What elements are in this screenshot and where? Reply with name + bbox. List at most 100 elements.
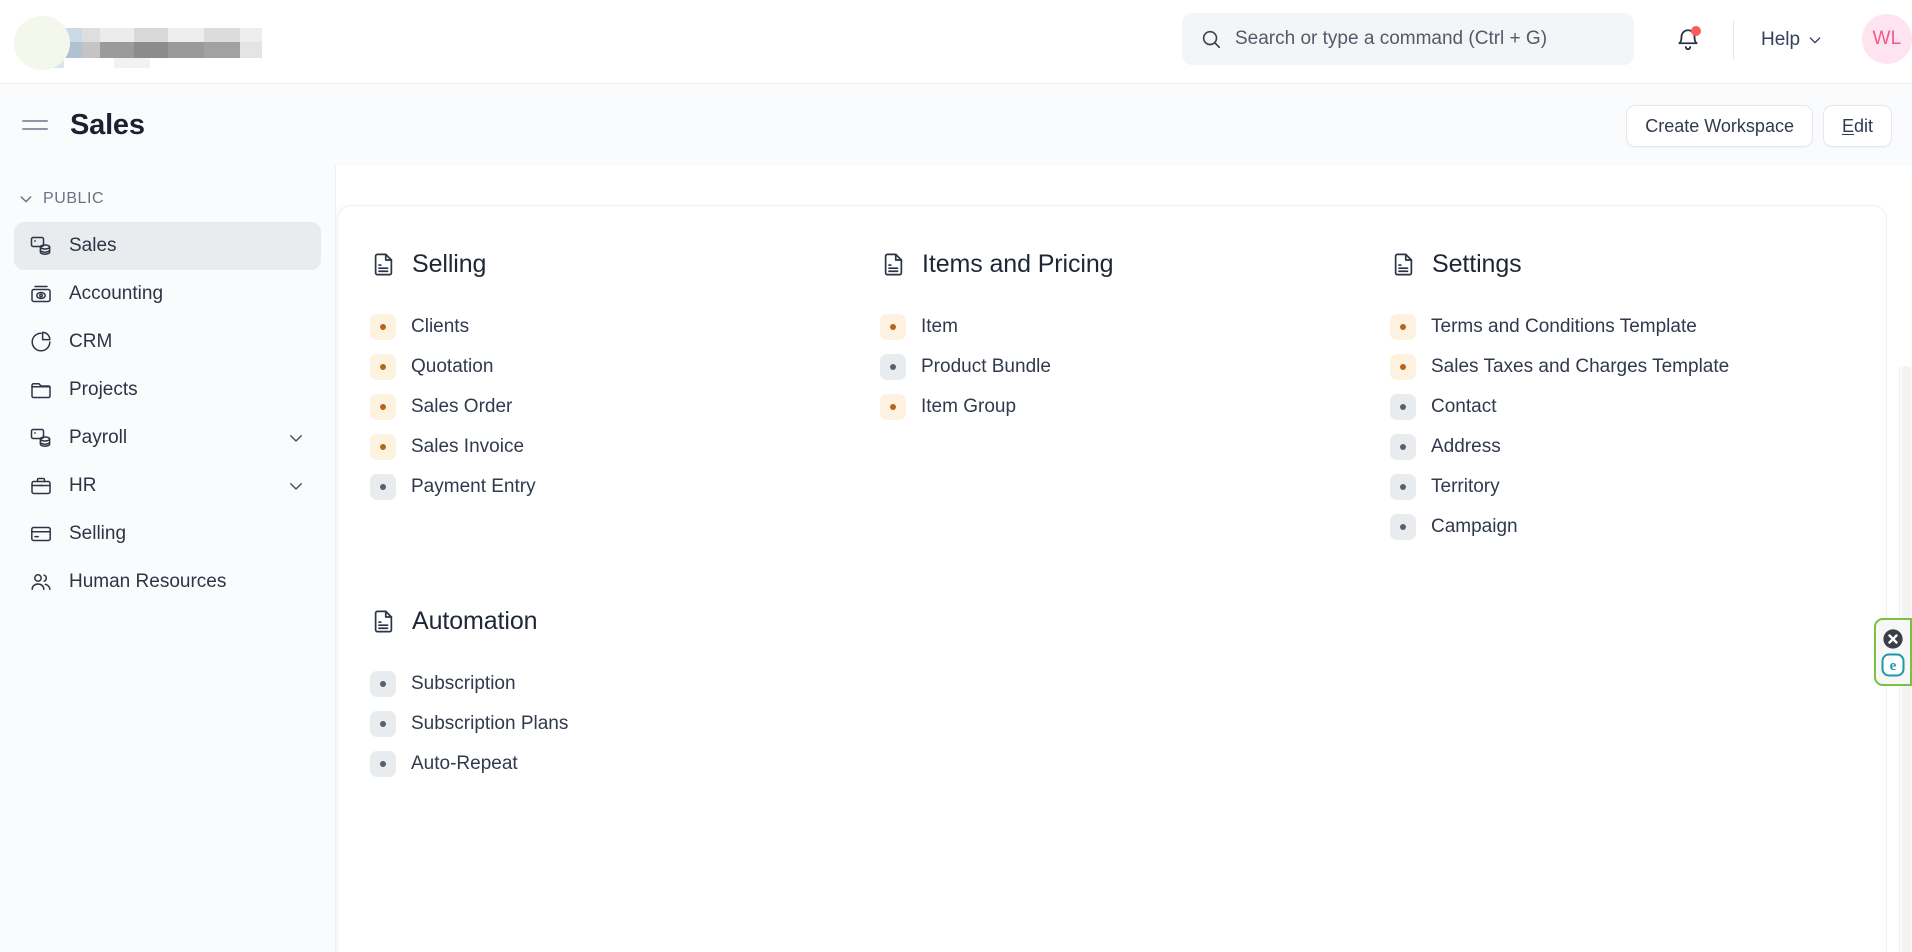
section-header: Selling — [370, 250, 880, 279]
company-logo[interactable] — [14, 14, 270, 70]
link-label: Sales Taxes and Charges Template — [1431, 356, 1730, 377]
section-title: Settings — [1432, 250, 1522, 278]
section-links: Subscription Subscription Plans Auto-Rep… — [370, 664, 880, 784]
e-badge-icon[interactable]: e — [1881, 653, 1905, 677]
workspace-link[interactable]: Quotation — [370, 347, 880, 387]
workspace-link[interactable]: Territory — [1390, 467, 1854, 507]
link-label: Terms and Conditions Template — [1431, 316, 1697, 337]
search-input[interactable] — [1235, 28, 1616, 50]
workspace-link[interactable]: Sales Invoice — [370, 427, 880, 467]
floating-extension-widget: e — [1874, 618, 1912, 686]
chevron-down-icon[interactable] — [287, 477, 305, 495]
workspace-link[interactable]: Address — [1390, 427, 1854, 467]
workspace-link[interactable]: Clients — [370, 307, 880, 347]
sidebar-item-human-resources[interactable]: Human Resources — [14, 558, 321, 606]
chevron-down-icon[interactable] — [287, 429, 305, 447]
section-title: Selling — [412, 250, 487, 278]
workspace-link[interactable]: Item — [880, 307, 1390, 347]
sidebar-item-crm[interactable]: CRM — [14, 318, 321, 366]
link-label: Product Bundle — [921, 356, 1051, 377]
section-header: Items and Pricing — [880, 250, 1390, 279]
link-label: Item — [921, 316, 958, 337]
workspace-link[interactable]: Terms and Conditions Template — [1390, 307, 1854, 347]
link-label: Address — [1431, 436, 1501, 457]
workspace-link[interactable]: Subscription — [370, 664, 880, 704]
document-icon — [374, 610, 393, 633]
sidebar-item-accounting[interactable]: Accounting — [14, 270, 321, 318]
link-label: Contact — [1431, 396, 1497, 417]
help-menu-button[interactable]: Help — [1757, 20, 1827, 60]
workspace-link[interactable]: Item Group — [880, 387, 1390, 427]
workspace-scroll-region: Selling Clients Quotation Sales Order Sa… — [336, 166, 1912, 952]
global-search[interactable] — [1182, 13, 1634, 65]
link-label: Auto-Repeat — [411, 753, 518, 774]
workspace-link[interactable]: Sales Taxes and Charges Template — [1390, 347, 1854, 387]
sidebar-item-label: CRM — [69, 331, 113, 352]
section-title: Items and Pricing — [922, 250, 1114, 278]
logo-halo — [14, 15, 70, 70]
workspace-section-settings: Settings Terms and Conditions Template S… — [1390, 250, 1854, 547]
workspace-grid: Selling Clients Quotation Sales Order Sa… — [338, 250, 1886, 784]
workspace-section-items-and-pricing: Items and Pricing Item Product Bundle It… — [880, 250, 1390, 547]
folder-icon — [28, 377, 54, 403]
people-icon — [28, 569, 54, 595]
link-label: Campaign — [1431, 516, 1518, 537]
page-header: Sales Create Workspace Edit — [0, 84, 1912, 166]
hamburger-bar — [22, 128, 48, 130]
link-label: Item Group — [921, 396, 1017, 417]
sidebar-item-label: Human Resources — [69, 571, 227, 592]
create-workspace-button[interactable]: Create Workspace — [1626, 105, 1813, 147]
link-badge-icon — [1390, 354, 1416, 380]
navbar-divider — [1733, 20, 1734, 60]
workspace-link[interactable]: Payment Entry — [370, 467, 880, 507]
workspace-link[interactable]: Sales Order — [370, 387, 880, 427]
link-label: Quotation — [411, 356, 494, 377]
sidebar-items: Sales Accounting CRM Projects Payroll HR… — [0, 222, 335, 606]
workspace-link[interactable]: Contact — [1390, 387, 1854, 427]
link-badge-icon — [880, 314, 906, 340]
notification-unread-dot — [1691, 26, 1701, 36]
sidebar-item-selling[interactable]: Selling — [14, 510, 321, 558]
svg-text:e: e — [1890, 658, 1897, 674]
sidebar-item-hr[interactable]: HR — [14, 462, 321, 510]
link-badge-icon — [1390, 474, 1416, 500]
page-title: Sales — [70, 108, 145, 141]
link-label: Sales Invoice — [411, 436, 525, 457]
link-label: Clients — [411, 316, 470, 337]
document-icon — [1394, 253, 1413, 276]
sidebar-item-label: Payroll — [69, 427, 128, 448]
workspace-link[interactable]: Product Bundle — [880, 347, 1390, 387]
chevron-down-icon — [1809, 37, 1821, 44]
link-badge-icon — [1390, 434, 1416, 460]
sidebar-item-projects[interactable]: Projects — [14, 366, 321, 414]
sidebar-item-label: Projects — [69, 379, 138, 400]
avatar[interactable]: WL — [1862, 14, 1912, 64]
section-links: Terms and Conditions Template Sales Taxe… — [1390, 307, 1854, 547]
link-label: Territory — [1431, 476, 1500, 497]
cash-box-icon — [28, 281, 54, 307]
workspace-link[interactable]: Auto-Repeat — [370, 744, 880, 784]
workspace-link[interactable]: Subscription Plans — [370, 704, 880, 744]
sidebar-section-label: PUBLIC — [43, 190, 105, 207]
link-badge-icon — [370, 671, 396, 697]
sidebar-item-label: HR — [69, 475, 97, 496]
document-icon — [884, 253, 903, 276]
link-badge-icon — [880, 354, 906, 380]
link-badge-icon — [880, 394, 906, 420]
workspace-section-automation: Automation Subscription Subscription Pla… — [370, 607, 880, 784]
link-badge-icon — [370, 314, 396, 340]
sidebar-section-public[interactable]: PUBLIC — [0, 182, 335, 216]
link-label: Payment Entry — [411, 476, 536, 497]
notifications-button[interactable] — [1668, 20, 1708, 60]
sidebar-item-payroll[interactable]: Payroll — [14, 414, 321, 462]
section-header: Automation — [370, 607, 880, 636]
hamburger-icon[interactable] — [22, 110, 52, 140]
credit-card-icon — [28, 521, 54, 547]
briefcase-icon — [28, 473, 54, 499]
close-circle-icon[interactable] — [1882, 628, 1904, 650]
edit-button[interactable]: Edit — [1822, 105, 1892, 147]
workspace-link[interactable]: Campaign — [1390, 507, 1854, 547]
link-label: Subscription Plans — [411, 713, 569, 734]
sidebar-item-sales[interactable]: Sales — [14, 222, 321, 270]
sidebar-item-label: Accounting — [69, 283, 164, 304]
